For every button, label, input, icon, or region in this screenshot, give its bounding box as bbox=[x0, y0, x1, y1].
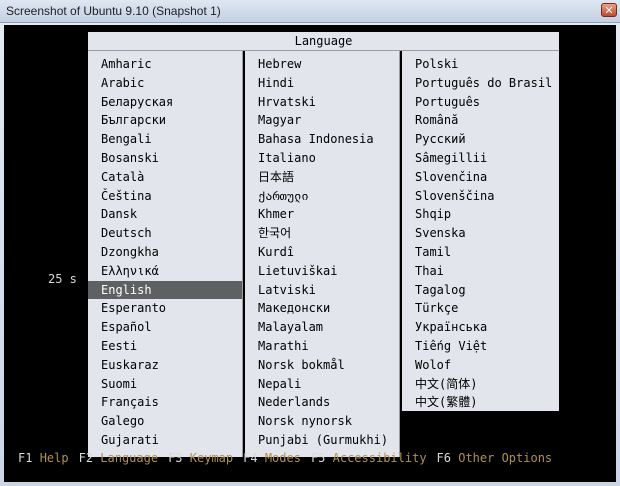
language-option[interactable]: Español bbox=[88, 318, 242, 337]
language-option[interactable]: Norsk nynorsk bbox=[245, 412, 399, 431]
language-option[interactable]: Nederlands bbox=[245, 393, 399, 412]
fkey-f2[interactable]: F2 Language bbox=[79, 451, 158, 465]
language-option[interactable]: Arabic bbox=[88, 74, 242, 93]
language-option[interactable]: Malayalam bbox=[245, 318, 399, 337]
language-option[interactable]: Français bbox=[88, 393, 242, 412]
fkey-key: F4 bbox=[243, 451, 265, 465]
language-option[interactable]: Bengali bbox=[88, 130, 242, 149]
language-option[interactable]: Català bbox=[88, 168, 242, 187]
language-option[interactable]: Bosanski bbox=[88, 149, 242, 168]
language-option[interactable]: Galego bbox=[88, 412, 242, 431]
language-option[interactable]: ქართული bbox=[245, 187, 399, 206]
language-option[interactable]: Slovenčina bbox=[402, 168, 559, 187]
language-option[interactable]: Esperanto bbox=[88, 299, 242, 318]
language-option[interactable]: Беларуская bbox=[88, 93, 242, 112]
language-option[interactable]: Português do Brasil bbox=[402, 74, 559, 93]
language-option[interactable]: Latviski bbox=[245, 281, 399, 300]
language-option[interactable]: 한국어 bbox=[245, 224, 399, 243]
fkey-label: Accessibility bbox=[332, 451, 427, 465]
language-option[interactable]: Українська bbox=[402, 318, 559, 337]
language-option[interactable]: Sâmegillii bbox=[402, 149, 559, 168]
fkey-label: Keymap bbox=[189, 451, 234, 465]
language-option[interactable]: Tagalog bbox=[402, 281, 559, 300]
language-option[interactable]: Tiếng Việt bbox=[402, 337, 559, 356]
language-column-3: Polski Português do Brasil Português Română… bbox=[402, 51, 559, 411]
language-option[interactable]: Lietuviškai bbox=[245, 262, 399, 281]
language-option[interactable]: Română bbox=[402, 111, 559, 130]
language-option[interactable]: Shqip bbox=[402, 205, 559, 224]
language-column-1: Amharic Arabic Беларуская Български Bengali B… bbox=[88, 51, 243, 457]
fkey-f6[interactable]: F6 Other Options bbox=[437, 451, 553, 465]
language-option[interactable]: Kurdî bbox=[245, 243, 399, 262]
fkey-label: Language bbox=[100, 451, 159, 465]
language-option[interactable]: Български bbox=[88, 111, 242, 130]
language-option[interactable]: Suomi bbox=[88, 375, 242, 394]
fkey-key: F3 bbox=[168, 451, 190, 465]
language-option[interactable]: Deutsch bbox=[88, 224, 242, 243]
language-option[interactable]: Nepali bbox=[245, 375, 399, 394]
fkey-label: Help bbox=[39, 451, 69, 465]
fkey-key: F5 bbox=[310, 451, 333, 465]
language-option[interactable]: Punjabi (Gurmukhi) bbox=[245, 431, 399, 450]
language-option[interactable]: Marathi bbox=[245, 337, 399, 356]
vm-window: Screenshot of Ubuntu 9.10 (Snapshot 1) ✕… bbox=[0, 0, 620, 486]
language-option[interactable]: Čeština bbox=[88, 187, 242, 206]
language-option[interactable]: Tamil bbox=[402, 243, 559, 262]
fkey-label: Other Options bbox=[458, 451, 553, 465]
language-option[interactable]: Hebrew bbox=[245, 55, 399, 74]
fkey-f5[interactable]: F5 Accessibility bbox=[311, 451, 427, 465]
language-option[interactable]: Wolof bbox=[402, 356, 559, 375]
language-option[interactable]: Norsk bokmål bbox=[245, 356, 399, 375]
language-option[interactable]: Bahasa Indonesia bbox=[245, 130, 399, 149]
boot-screen: Language Amharic Arabic Беларуская Българск… bbox=[4, 25, 616, 482]
boot-countdown: 25 s bbox=[48, 272, 77, 286]
language-option[interactable]: Svenska bbox=[402, 224, 559, 243]
language-option[interactable]: Magyar bbox=[245, 111, 399, 130]
fkey-key: F2 bbox=[78, 451, 101, 465]
language-option[interactable]: Hindi bbox=[245, 74, 399, 93]
dialog-title: Language bbox=[88, 32, 559, 51]
language-option[interactable]: English bbox=[88, 280, 242, 300]
language-option[interactable]: Русский bbox=[402, 130, 559, 149]
language-option[interactable]: Khmer bbox=[245, 205, 399, 224]
language-option[interactable]: Polski bbox=[402, 55, 559, 74]
language-option[interactable]: 日本語 bbox=[245, 168, 399, 187]
fkey-key: F1 bbox=[18, 451, 40, 465]
fkey-f4[interactable]: F4 Modes bbox=[243, 451, 301, 465]
language-option[interactable]: Hrvatski bbox=[245, 93, 399, 112]
fkey-f1[interactable]: F1 Help bbox=[18, 451, 69, 465]
function-key-bar: F1 Help F2 Language F3 Keymap F4 Modes F5 Ac… bbox=[18, 451, 562, 465]
language-option[interactable]: Italiano bbox=[245, 149, 399, 168]
language-option[interactable]: Thai bbox=[402, 262, 559, 281]
language-option[interactable]: Português bbox=[402, 93, 559, 112]
close-icon[interactable]: ✕ bbox=[601, 3, 617, 17]
language-option[interactable]: Amharic bbox=[88, 55, 242, 74]
language-option[interactable]: Slovenščina bbox=[402, 187, 559, 206]
language-column-2: Hebrew Hindi Hrvatski Magyar Bahasa Indonesi… bbox=[245, 51, 400, 457]
language-option[interactable]: Dansk bbox=[88, 205, 242, 224]
window-title: Screenshot of Ubuntu 9.10 (Snapshot 1) bbox=[6, 4, 221, 18]
language-option[interactable]: Türkçe bbox=[402, 299, 559, 318]
fkey-f3[interactable]: F3 Keymap bbox=[168, 451, 233, 465]
language-option[interactable]: Euskaraz bbox=[88, 356, 242, 375]
language-dialog: Language Amharic Arabic Беларуская Българск… bbox=[88, 32, 559, 457]
language-option[interactable]: Dzongkha bbox=[88, 243, 242, 262]
fkey-label: Modes bbox=[264, 451, 301, 465]
window-titlebar[interactable]: Screenshot of Ubuntu 9.10 (Snapshot 1) ✕ bbox=[0, 0, 620, 23]
language-option[interactable]: Gujarati bbox=[88, 431, 242, 450]
language-option[interactable]: Македонски bbox=[245, 299, 399, 318]
fkey-key: F6 bbox=[436, 451, 459, 465]
language-option[interactable]: Eesti bbox=[88, 337, 242, 356]
language-option[interactable]: Ελληνικά bbox=[88, 262, 242, 281]
language-option[interactable]: 中文(简体) bbox=[402, 375, 559, 394]
language-option[interactable]: 中文(繁體) bbox=[402, 393, 559, 412]
